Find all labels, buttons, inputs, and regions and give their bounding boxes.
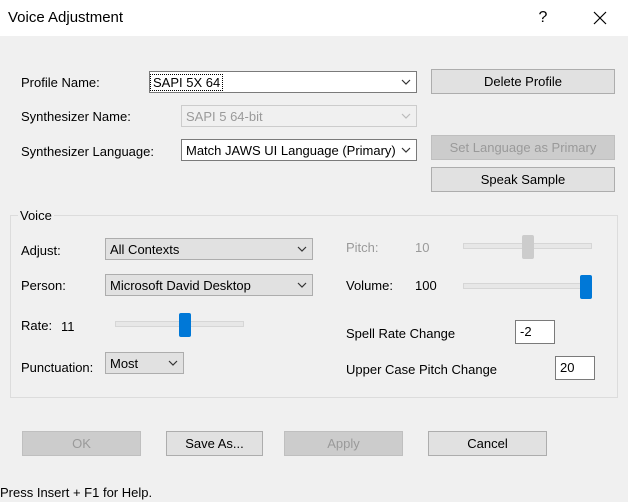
- voice-group-label: Voice: [18, 208, 54, 223]
- adjust-label: Adjust:: [21, 243, 61, 258]
- cancel-button[interactable]: Cancel: [428, 431, 547, 456]
- spell-rate-change-input[interactable]: -2: [515, 320, 555, 344]
- rate-label: Rate:: [21, 318, 53, 333]
- close-button[interactable]: [577, 0, 623, 36]
- chevron-down-icon: [401, 113, 411, 119]
- close-icon: [593, 11, 607, 25]
- spell-rate-change-label: Spell Rate Change: [346, 326, 456, 341]
- synthesizer-name-dropdown[interactable]: SAPI 5 64-bit: [181, 105, 417, 127]
- window-title: Voice Adjustment: [8, 9, 124, 26]
- status-text: Press Insert + F1 for Help.: [0, 485, 153, 500]
- delete-profile-button[interactable]: Delete Profile: [431, 69, 615, 94]
- set-language-primary-button[interactable]: Set Language as Primary: [431, 135, 615, 160]
- chevron-down-icon: [401, 147, 411, 153]
- pitch-slider[interactable]: [463, 235, 592, 259]
- punctuation-label: Punctuation:: [21, 360, 94, 375]
- profile-name-dropdown[interactable]: SAPI 5X 64: [149, 71, 417, 93]
- adjust-dropdown[interactable]: All Contexts: [105, 238, 313, 260]
- synthesizer-language-label: Synthesizer Language:: [21, 144, 154, 159]
- profile-name-value: SAPI 5X 64: [149, 74, 224, 91]
- help-icon: ?: [538, 9, 548, 26]
- person-label: Person:: [21, 278, 66, 293]
- rate-value: 11: [61, 319, 75, 334]
- chevron-down-icon: [297, 246, 307, 252]
- upper-case-pitch-change-label: Upper Case Pitch Change: [346, 362, 498, 377]
- chevron-down-icon: [168, 360, 178, 366]
- adjust-value: All Contexts: [110, 242, 180, 257]
- synthesizer-name-label: Synthesizer Name:: [21, 109, 131, 124]
- pitch-value: 10: [415, 240, 430, 255]
- speak-sample-button[interactable]: Speak Sample: [431, 167, 615, 192]
- synthesizer-language-dropdown[interactable]: Match JAWS UI Language (Primary): [181, 139, 417, 161]
- ok-button[interactable]: OK: [22, 431, 141, 456]
- punctuation-value: Most: [110, 356, 139, 371]
- volume-value: 100: [415, 278, 437, 293]
- title-bar: Voice Adjustment ?: [0, 0, 628, 36]
- pitch-slider-thumb[interactable]: [522, 235, 534, 259]
- chevron-down-icon: [297, 282, 307, 288]
- apply-button[interactable]: Apply: [284, 431, 403, 456]
- volume-slider-track: [463, 283, 592, 289]
- person-dropdown[interactable]: Microsoft David Desktop: [105, 274, 313, 296]
- person-value: Microsoft David Desktop: [110, 278, 251, 293]
- pitch-label: Pitch:: [346, 240, 379, 255]
- status-bar: Press Insert + F1 for Help.: [0, 485, 628, 502]
- rate-slider-thumb[interactable]: [179, 313, 191, 337]
- volume-slider[interactable]: [463, 275, 592, 299]
- upper-case-pitch-change-input[interactable]: 20: [555, 356, 595, 380]
- help-button[interactable]: ?: [520, 0, 566, 36]
- synthesizer-name-value: SAPI 5 64-bit: [186, 109, 263, 124]
- punctuation-dropdown[interactable]: Most: [105, 352, 184, 374]
- chevron-down-icon: [401, 79, 411, 85]
- volume-slider-thumb[interactable]: [580, 275, 592, 299]
- volume-label: Volume:: [346, 278, 393, 293]
- synthesizer-language-value: Match JAWS UI Language (Primary): [186, 143, 396, 158]
- profile-name-label: Profile Name:: [21, 75, 100, 90]
- save-as-button[interactable]: Save As...: [166, 431, 263, 456]
- rate-slider[interactable]: [115, 313, 244, 337]
